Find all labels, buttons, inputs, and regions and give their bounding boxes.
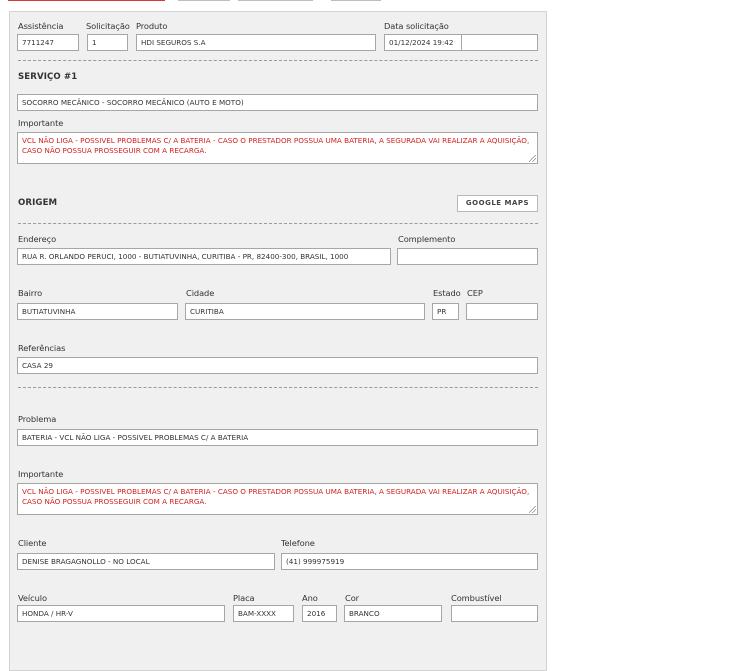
divider	[18, 387, 538, 388]
problema-importante-label: Importante	[18, 469, 64, 479]
problema-field[interactable]: BATERIA - VCL NÃO LIGA - POSSIVEL PROBLE…	[17, 429, 538, 446]
cliente-label: Cliente	[18, 538, 47, 548]
assistencia-field[interactable]: 7711247	[17, 34, 79, 51]
service-form-panel: Assistência 7711247 Solicitação 1 Produt…	[9, 11, 547, 671]
cor-label: Cor	[345, 593, 359, 603]
servico-importante-textarea[interactable]: VCL NÃO LIGA - POSSIVEL PROBLEMAS C/ A B…	[17, 132, 538, 164]
data-solicitacao-extra-field[interactable]	[461, 34, 538, 51]
ano-label: Ano	[302, 593, 318, 603]
resize-grip-icon[interactable]	[529, 506, 536, 513]
veiculo-field[interactable]: HONDA / HR-V	[17, 605, 225, 622]
top-button-2[interactable]	[178, 0, 230, 1]
estado-label: Estado	[433, 288, 461, 298]
cep-label: CEP	[467, 288, 483, 298]
complemento-label: Complemento	[398, 234, 456, 244]
solicitacao-label: Solicitação	[86, 21, 130, 31]
cidade-label: Cidade	[186, 288, 215, 298]
bairro-label: Bairro	[18, 288, 43, 298]
top-primary-button[interactable]	[8, 0, 165, 1]
cidade-field[interactable]: CURITIBA	[185, 303, 425, 320]
telefone-field[interactable]: (41) 999975919	[281, 553, 538, 570]
ano-field[interactable]: 2016	[302, 605, 337, 622]
produto-field[interactable]: HDI SEGUROS S.A	[136, 34, 376, 51]
produto-label: Produto	[136, 21, 168, 31]
origem-title: ORIGEM	[18, 198, 58, 208]
bairro-field[interactable]: BUTIATUVINHA	[17, 303, 178, 320]
divider	[18, 60, 538, 61]
veiculo-label: Veículo	[18, 593, 47, 603]
endereco-field[interactable]: RUA R. ORLANDO PERUCI, 1000 - BUTIATUVIN…	[17, 248, 391, 265]
endereco-label: Endereço	[18, 234, 57, 244]
data-solicitacao-field[interactable]: 01/12/2024 19:42	[384, 34, 462, 51]
telefone-label: Telefone	[281, 538, 315, 548]
top-button-3[interactable]	[238, 0, 313, 1]
servico-importante-label: Importante	[18, 118, 64, 128]
assistencia-label: Assistência	[18, 21, 64, 31]
combustivel-label: Combustível	[451, 593, 502, 603]
resize-grip-icon[interactable]	[529, 155, 536, 162]
servico-title: SERVIÇO #1	[18, 72, 78, 82]
servico-importante-text: VCL NÃO LIGA - POSSIVEL PROBLEMAS C/ A B…	[22, 136, 530, 155]
placa-field[interactable]: BAM-XXXX	[233, 605, 294, 622]
combustivel-field[interactable]	[451, 605, 538, 622]
cliente-field[interactable]: DENISE BRAGAGNOLLO - NO LOCAL	[17, 553, 275, 570]
referencias-label: Referências	[18, 343, 66, 353]
cor-field[interactable]: BRANCO	[344, 605, 442, 622]
servico-field[interactable]: SOCORRO MECÂNICO - SOCORRO MECÂNICO (AUT…	[17, 94, 538, 111]
problema-label: Problema	[18, 414, 57, 424]
divider	[18, 223, 538, 224]
problema-importante-text: VCL NÃO LIGA - POSSIVEL PROBLEMAS C/ A B…	[22, 487, 530, 506]
solicitacao-field[interactable]: 1	[87, 34, 128, 51]
problema-importante-textarea[interactable]: VCL NÃO LIGA - POSSIVEL PROBLEMAS C/ A B…	[17, 483, 538, 515]
estado-field[interactable]: PR	[432, 303, 459, 320]
cep-field[interactable]	[466, 303, 538, 320]
referencias-field[interactable]: CASA 29	[17, 357, 538, 374]
top-button-4[interactable]	[331, 0, 381, 1]
google-maps-button[interactable]: GOOGLE MAPS	[457, 195, 538, 212]
data-solicitacao-label: Data solicitação	[384, 21, 449, 31]
placa-label: Placa	[233, 593, 255, 603]
complemento-field[interactable]	[397, 248, 538, 265]
